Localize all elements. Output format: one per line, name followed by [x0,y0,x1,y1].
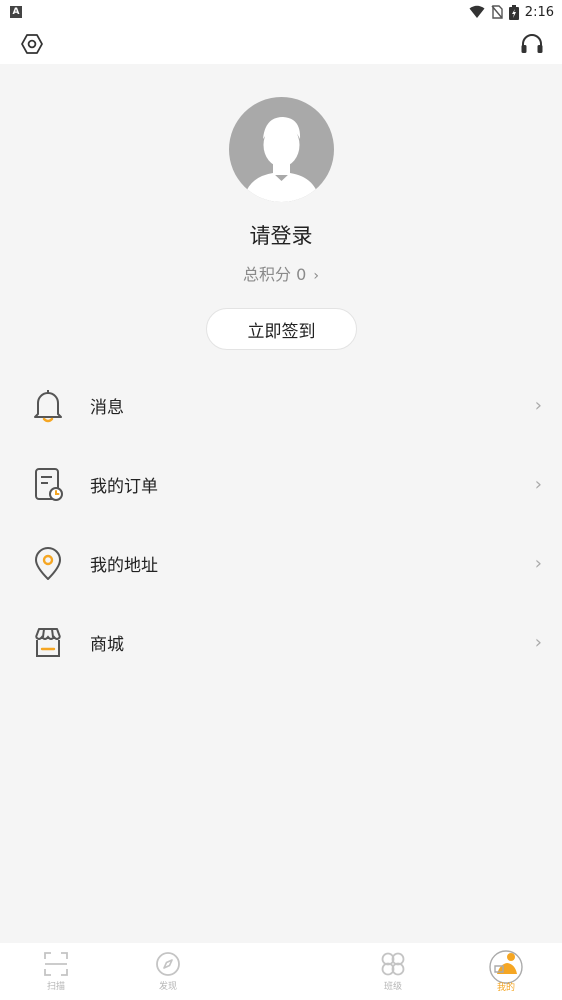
profile-tab-icon [489,950,523,984]
tab-mine[interactable]: 我的 [476,950,536,993]
points-label: 总积分 0 [243,265,307,284]
customer-service-button[interactable] [518,30,546,58]
chevron-right-icon: › [534,474,542,495]
order-icon [35,467,63,501]
settings-hex-icon [21,34,43,54]
scan-icon [44,952,68,976]
menu-item-store[interactable]: 商城 › [0,603,562,682]
battery-charging-icon [508,4,519,20]
default-user-icon [243,117,320,202]
wifi-icon [469,5,485,18]
menu-item-address[interactable]: 我的地址 › [0,524,562,603]
location-pin-icon [35,546,61,580]
menu-label: 我的订单 [90,477,158,497]
tab-label: 我的 [496,983,515,993]
status-bar: A 2:16 [0,0,562,24]
chevron-right-icon: › [313,268,319,284]
menu-item-messages[interactable]: 消息 › [0,366,562,445]
total-points[interactable]: 总积分 0 › [0,261,562,285]
avatar[interactable] [229,97,334,202]
no-sim-icon [491,5,503,19]
tab-class[interactable]: 班级 [363,951,423,992]
chevron-right-icon: › [534,632,542,653]
headset-icon [521,34,543,53]
menu-label: 商城 [90,635,124,655]
menu-item-orders[interactable]: 我的订单 › [0,445,562,524]
status-time: 2:16 [524,4,554,20]
tab-discover[interactable]: 发现 [138,951,198,992]
menu-list: 消息 › 我的订单 › 我的地址 › 商城 › [0,366,562,682]
tab-scan[interactable]: 扫描 [26,951,86,992]
bottom-navigation: 扫描 发现 班级 我的 [0,943,562,1000]
store-icon [35,627,61,657]
tab-label: 班级 [383,982,402,992]
tab-label: 发现 [158,982,177,992]
bell-icon [34,389,62,422]
notification-a-badge: A [10,6,22,18]
clover-icon [381,952,405,976]
menu-label: 消息 [90,398,124,418]
login-prompt[interactable]: 请登录 [0,220,562,250]
settings-button[interactable] [18,30,46,58]
top-app-bar [0,24,562,64]
checkin-button[interactable]: 立即签到 [206,308,357,350]
menu-label: 我的地址 [90,556,158,576]
chevron-right-icon: › [534,553,542,574]
chevron-right-icon: › [534,395,542,416]
compass-icon [156,952,180,976]
tab-label: 扫描 [46,982,65,992]
